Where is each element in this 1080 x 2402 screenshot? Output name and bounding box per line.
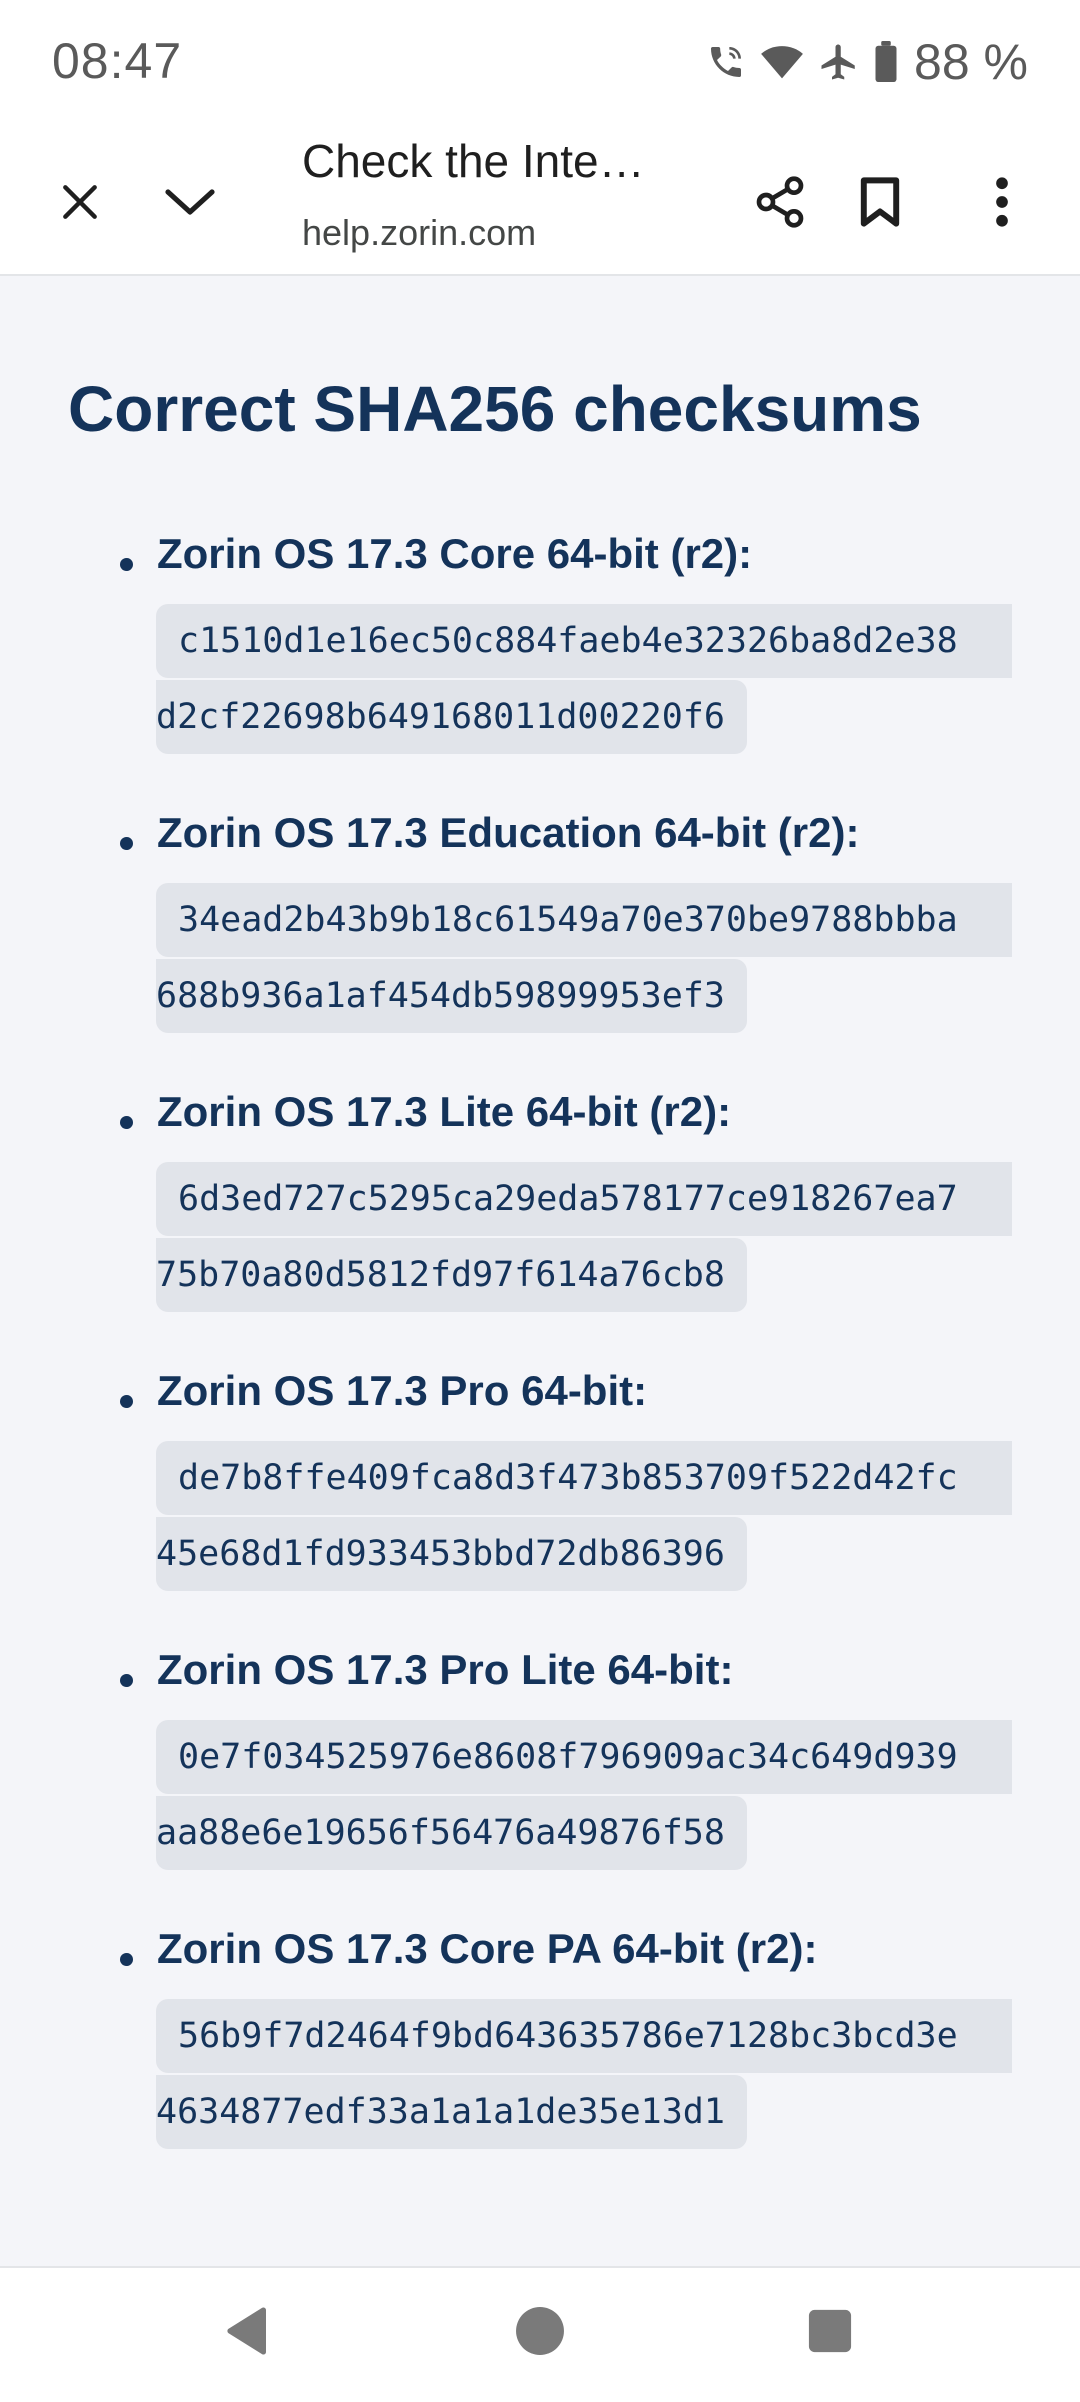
airplane-mode-icon <box>818 41 860 83</box>
back-icon <box>222 2305 270 2362</box>
bookmark-icon <box>858 175 902 234</box>
back-button[interactable] <box>206 2298 286 2368</box>
close-icon <box>58 180 102 229</box>
item-label: Zorin OS 17.3 Education 64-bit (r2): <box>157 809 860 856</box>
bullet-icon <box>120 1116 133 1129</box>
item-label: Zorin OS 17.3 Pro Lite 64-bit: <box>157 1646 734 1693</box>
checksum-code-continued: d2cf22698b649168011d00220f6 <box>156 680 747 754</box>
list-item: Zorin OS 17.3 Lite 64-bit (r2): 6d3ed727… <box>0 1088 1080 1367</box>
home-icon <box>515 2306 565 2361</box>
more-options-button[interactable] <box>964 166 1040 242</box>
item-label: Zorin OS 17.3 Core PA 64-bit (r2): <box>157 1925 818 1972</box>
recents-button[interactable] <box>790 2298 870 2368</box>
bookmark-button[interactable] <box>842 166 918 242</box>
battery-icon <box>874 41 898 83</box>
checksum-code-continued: 45e68d1fd933453bbd72db86396 <box>156 1517 747 1591</box>
section-heading: Correct SHA256 checksums <box>68 373 922 445</box>
item-label: Zorin OS 17.3 Lite 64-bit (r2): <box>157 1088 732 1135</box>
wifi-calling-icon <box>706 42 746 82</box>
home-button[interactable] <box>500 2298 580 2368</box>
page-title-text[interactable]: Check the Inte… <box>302 134 662 188</box>
share-icon <box>752 173 808 236</box>
bullet-icon <box>120 837 133 850</box>
item-label: Zorin OS 17.3 Pro 64-bit: <box>157 1367 648 1414</box>
bullet-icon <box>120 558 133 571</box>
checksum-list: Zorin OS 17.3 Core 64-bit (r2): c1510d1e… <box>0 530 1080 2204</box>
bullet-icon <box>120 1953 133 1966</box>
wifi-icon <box>760 42 804 82</box>
browser-toolbar: Check the Inte… help.zorin.com <box>0 128 1080 276</box>
checksum-code: 6d3ed727c5295ca29eda578177ce918267ea7 <box>156 1162 1012 1236</box>
list-item: Zorin OS 17.3 Pro 64-bit: de7b8ffe409fca… <box>0 1367 1080 1646</box>
item-label: Zorin OS 17.3 Core 64-bit (r2): <box>157 530 753 577</box>
checksum-code: c1510d1e16ec50c884faeb4e32326ba8d2e38 <box>156 604 1012 678</box>
checksum-code: 0e7f034525976e8608f796909ac34c649d939 <box>156 1720 1012 1794</box>
status-time: 08:47 <box>52 33 183 89</box>
chevron-down-icon <box>164 185 216 224</box>
list-item: Zorin OS 17.3 Core PA 64-bit (r2): 56b9f… <box>0 1925 1080 2204</box>
recents-icon <box>807 2308 853 2359</box>
page-content: Correct SHA256 checksums Zorin OS 17.3 C… <box>0 276 1080 2266</box>
close-button[interactable] <box>42 166 118 242</box>
bullet-icon <box>120 1395 133 1408</box>
checksum-code-continued: 75b70a80d5812fd97f614a76cb8 <box>156 1238 747 1312</box>
checksum-code-continued: aa88e6e19656f56476a49876f58 <box>156 1796 747 1870</box>
checksum-code-continued: 4634877edf33a1a1a1de35e13d1 <box>156 2075 747 2149</box>
system-nav-bar <box>0 2266 1080 2402</box>
status-bar: 08:47 88 % <box>0 0 1080 128</box>
bullet-icon <box>120 1674 133 1687</box>
checksum-code: 56b9f7d2464f9bd643635786e7128bc3bcd3e <box>156 1999 1012 2073</box>
checksum-code: de7b8ffe409fca8d3f473b853709f522d42fc <box>156 1441 1012 1515</box>
page-url[interactable]: help.zorin.com <box>302 212 536 254</box>
checksum-code-continued: 688b936a1af454db59899953ef3 <box>156 959 747 1033</box>
minimize-button[interactable] <box>150 166 230 242</box>
checksum-code: 34ead2b43b9b18c61549a70e370be9788bbba <box>156 883 1012 957</box>
battery-percentage: 88 % <box>914 34 1028 90</box>
more-vert-icon <box>994 176 1010 232</box>
list-item: Zorin OS 17.3 Pro Lite 64-bit: 0e7f03452… <box>0 1646 1080 1925</box>
status-icons: 88 % <box>706 30 1028 94</box>
share-button[interactable] <box>742 166 818 242</box>
list-item: Zorin OS 17.3 Education 64-bit (r2): 34e… <box>0 809 1080 1088</box>
list-item: Zorin OS 17.3 Core 64-bit (r2): c1510d1e… <box>0 530 1080 809</box>
